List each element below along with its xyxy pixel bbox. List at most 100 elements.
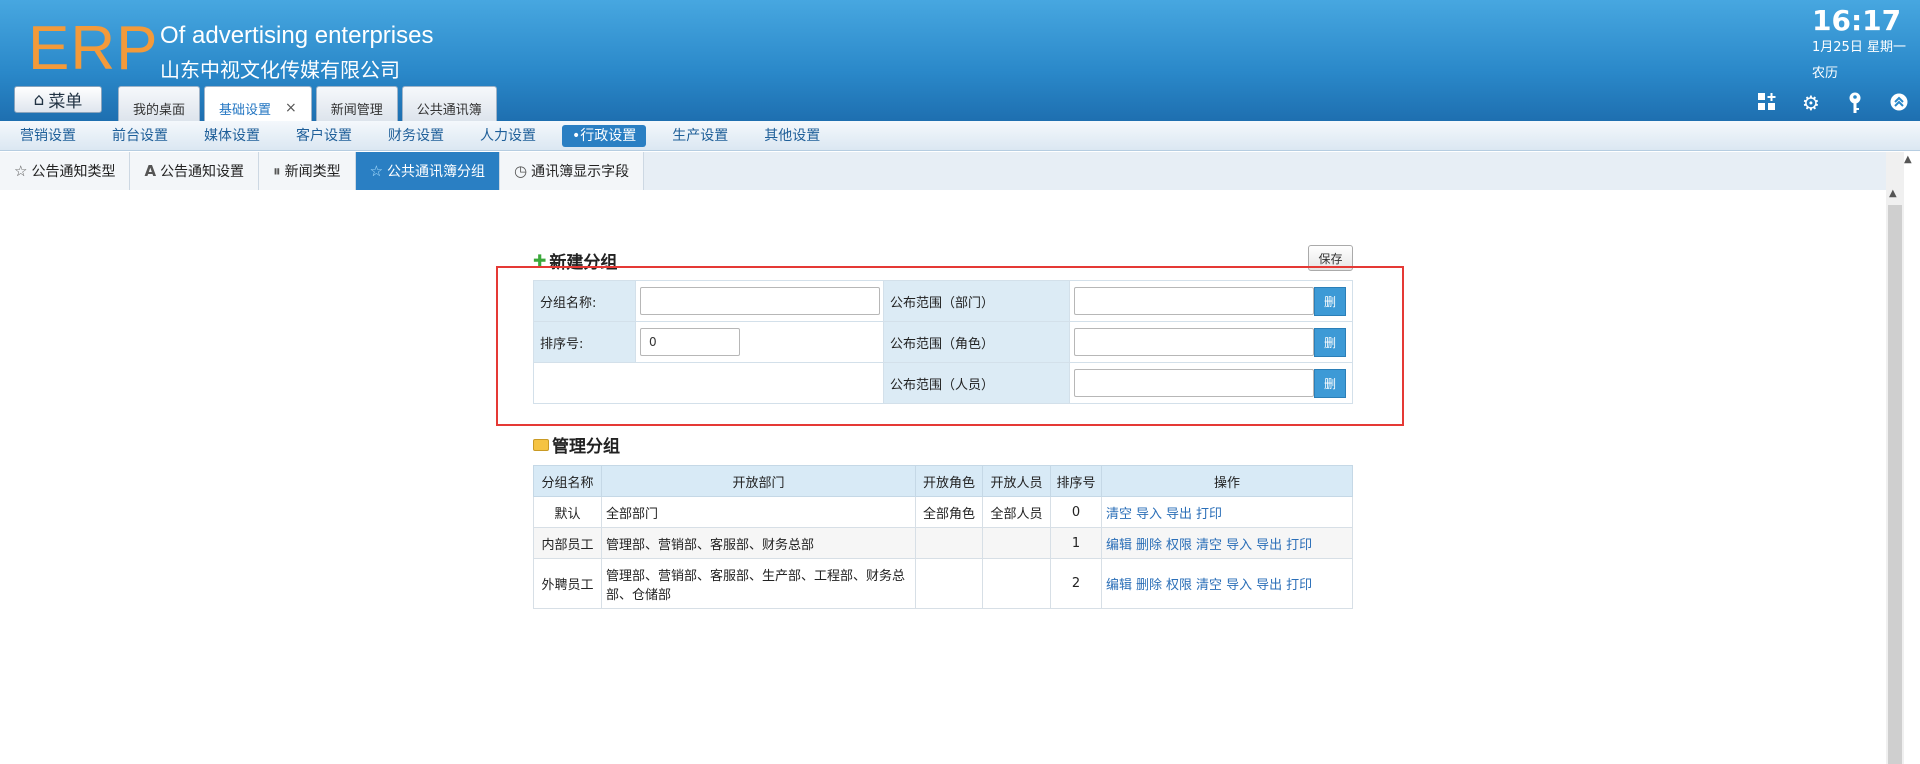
top-tab-bar: 我的桌面 基础设置 × 新闻管理 公共通讯簿	[118, 86, 497, 121]
permission-link[interactable]: 权限	[1166, 538, 1192, 553]
print-link[interactable]: 打印	[1286, 538, 1312, 553]
edit-link[interactable]: 编辑	[1106, 538, 1132, 553]
col-header-open-dept: 开放部门	[601, 465, 916, 497]
delete-link[interactable]: 删除	[1136, 538, 1162, 553]
person-scope-cell: 删	[1069, 362, 1353, 404]
import-link[interactable]: 导入	[1226, 538, 1252, 553]
nav-hr-settings[interactable]: 人力设置	[470, 125, 546, 147]
col-header-open-role: 开放角色	[915, 465, 983, 497]
menu-button-label: 菜单	[48, 92, 83, 112]
person-scope-label: 公布范围（人员）	[883, 362, 1070, 404]
role-select-button[interactable]: 删	[1314, 327, 1346, 357]
edit-link[interactable]: 编辑	[1106, 578, 1132, 593]
gear-icon[interactable]: ⚙	[1800, 92, 1822, 114]
person-scope-input[interactable]	[1074, 369, 1314, 397]
erp-logo: ERP	[28, 14, 159, 83]
nav-customer-settings[interactable]: 客户设置	[286, 125, 362, 147]
nav-finance-settings[interactable]: 财务设置	[378, 125, 454, 147]
role-scope-label: 公布范围（角色）	[883, 321, 1070, 363]
delete-link[interactable]: 删除	[1136, 578, 1162, 593]
tab-news-management[interactable]: 新闻管理	[315, 86, 398, 121]
cell-group-name: 默认	[533, 496, 602, 528]
cell-actions: 清空 导入 导出 打印	[1101, 496, 1353, 528]
clock-time: 16:17	[1812, 4, 1902, 37]
table-row: 外聘员工 管理部、营销部、客服部、生产部、工程部、财务总部、仓储部 2 编辑 删除…	[533, 558, 1353, 609]
nav-frontdesk-settings[interactable]: 前台设置	[102, 125, 178, 147]
scroll-up-arrow-icon[interactable]: ▲	[1889, 188, 1897, 199]
tab-label: 基础设置	[219, 102, 272, 118]
clock-icon: ◷	[514, 162, 528, 180]
key-icon[interactable]	[1844, 92, 1866, 114]
group-name-input[interactable]	[640, 287, 880, 315]
clear-link[interactable]: 清空	[1106, 507, 1132, 522]
import-link[interactable]: 导入	[1226, 578, 1252, 593]
export-link[interactable]: 导出	[1256, 538, 1282, 553]
app-header: ERP Of advertising enterprises 山东中视文化传媒有…	[0, 0, 1920, 121]
person-select-button[interactable]: 删	[1314, 368, 1346, 398]
cell-open-person	[982, 558, 1051, 609]
subtab-address-book-group[interactable]: ☆ 公共通讯簿分组	[355, 152, 501, 190]
cell-open-role: 全部角色	[915, 496, 983, 528]
export-link[interactable]: 导出	[1166, 507, 1192, 522]
nav-admin-settings[interactable]: •行政设置	[562, 124, 647, 147]
import-link[interactable]: 导入	[1136, 507, 1162, 522]
col-header-group-name: 分组名称	[533, 465, 602, 497]
menu-button[interactable]: ⌂ 菜单	[14, 86, 102, 113]
new-group-form: 分组名称: 公布范围（部门） 删 排序号: 公布范围（角色） 删 公布范围（人员…	[533, 280, 1353, 404]
nav-production-settings[interactable]: 生产设置	[662, 125, 738, 147]
sort-number-label: 排序号:	[533, 321, 636, 363]
pause-circle-icon: ⏸	[273, 162, 281, 180]
tab-my-desktop[interactable]: 我的桌面	[118, 86, 201, 121]
col-header-actions: 操作	[1101, 465, 1353, 497]
collapse-up-icon[interactable]	[1888, 92, 1910, 114]
clock-date: 1月25日 星期一	[1812, 40, 1906, 55]
tab-basic-settings[interactable]: 基础设置 ×	[204, 86, 312, 121]
clock-lunar: 农历	[1812, 66, 1839, 81]
grid-add-icon[interactable]	[1756, 92, 1778, 114]
cell-group-name: 内部员工	[533, 527, 602, 559]
role-scope-input[interactable]	[1074, 328, 1314, 356]
subtab-news-type[interactable]: ⏸ 新闻类型	[259, 152, 356, 190]
dept-select-button[interactable]: 删	[1314, 286, 1346, 316]
header-icon-group: ⚙	[1756, 92, 1910, 114]
outer-scroll-up-arrow-icon[interactable]: ▲	[1904, 154, 1912, 165]
cell-sort: 1	[1050, 527, 1102, 559]
subtab-notice-type[interactable]: ☆ 公告通知类型	[0, 152, 131, 190]
cell-sort: 2	[1050, 558, 1102, 609]
subtab-label: 通讯簿显示字段	[531, 164, 630, 180]
permission-link[interactable]: 权限	[1166, 578, 1192, 593]
cell-actions: 编辑 删除 权限 清空 导入 导出 打印	[1101, 527, 1353, 559]
sub-tab-bar: ☆ 公告通知类型 A 公告通知设置 ⏸ 新闻类型 ☆ 公共通讯簿分组 ◷ 通讯簿显示字段	[0, 152, 1904, 190]
cell-open-person: 全部人员	[982, 496, 1051, 528]
cell-open-dept: 全部部门	[601, 496, 916, 528]
clear-link[interactable]: 清空	[1196, 538, 1222, 553]
group-name-label: 分组名称:	[533, 280, 636, 322]
subtab-label: 公告通知类型	[31, 164, 116, 180]
empty-cell	[533, 362, 884, 404]
manage-group-title: 管理分组	[533, 432, 620, 457]
clear-link[interactable]: 清空	[1196, 578, 1222, 593]
scrollbar-thumb[interactable]	[1888, 205, 1902, 764]
print-link[interactable]: 打印	[1196, 507, 1222, 522]
subtab-notice-settings[interactable]: A 公告通知设置	[130, 152, 260, 190]
tab-public-address-book[interactable]: 公共通讯簿	[401, 86, 497, 121]
dept-scope-input[interactable]	[1074, 287, 1314, 315]
nav-other-settings[interactable]: 其他设置	[754, 125, 830, 147]
cell-actions: 编辑 删除 权限 清空 导入 导出 打印	[1101, 558, 1353, 609]
settings-nav: 营销设置 前台设置 媒体设置 客户设置 财务设置 人力设置 •行政设置 生产设置…	[0, 121, 1920, 151]
star-icon: ☆	[14, 162, 28, 180]
cell-open-person	[982, 527, 1051, 559]
subtab-label: 公告通知设置	[160, 164, 245, 180]
role-scope-cell: 删	[1069, 321, 1353, 363]
nav-marketing-settings[interactable]: 营销设置	[10, 125, 86, 147]
cell-open-dept: 管理部、营销部、客服部、财务总部	[601, 527, 916, 559]
home-icon: ⌂	[33, 89, 45, 110]
subtab-address-book-fields[interactable]: ◷ 通讯簿显示字段	[500, 152, 645, 190]
close-icon[interactable]: ×	[285, 100, 297, 116]
sort-number-input[interactable]	[640, 328, 740, 356]
export-link[interactable]: 导出	[1256, 578, 1282, 593]
cell-sort: 0	[1050, 496, 1102, 528]
print-link[interactable]: 打印	[1286, 578, 1312, 593]
subtab-label: 公共通讯簿分组	[387, 164, 486, 180]
nav-media-settings[interactable]: 媒体设置	[194, 125, 270, 147]
